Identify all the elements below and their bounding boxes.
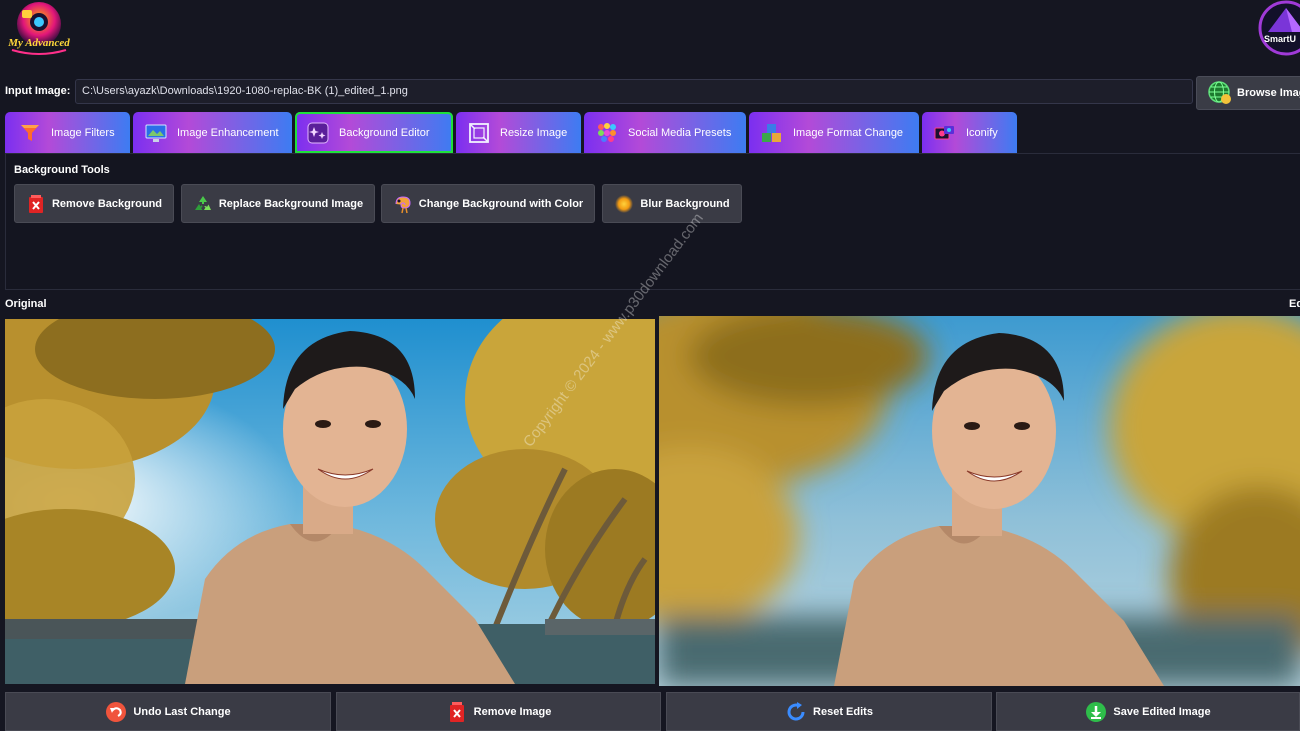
input-row: Input Image: C:\Users\ayazk\Downloads\19…: [0, 76, 1300, 110]
tab-label: Image Format Change: [793, 126, 904, 139]
browse-image-button[interactable]: Browse Imag: [1196, 76, 1300, 110]
social-grid-icon: [598, 122, 616, 142]
iconify-icon: [934, 125, 954, 139]
undo-last-change-button[interactable]: Undo Last Change: [5, 692, 331, 731]
undo-label: Undo Last Change: [133, 705, 231, 718]
input-image-path-field[interactable]: C:\Users\ayazk\Downloads\1920-1080-repla…: [75, 79, 1193, 104]
browse-image-label: Browse Imag: [1237, 87, 1300, 99]
blur-background-button[interactable]: Blur Background: [602, 184, 742, 223]
remove-background-button[interactable]: Remove Background: [14, 184, 174, 223]
tab-label: Image Filters: [51, 126, 115, 139]
sparkle-icon: [307, 122, 329, 143]
reset-edits-button[interactable]: Reset Edits: [666, 692, 992, 731]
funnel-icon: [21, 124, 39, 141]
recycle-icon: [194, 195, 211, 210]
resize-icon: [469, 122, 489, 143]
tab-label: Image Enhancement: [177, 126, 279, 139]
reset-edits-label: Reset Edits: [813, 705, 873, 718]
tab-bar: Image Filters Image Enhancement Backgrou…: [5, 112, 1017, 153]
globe-icon: [1208, 81, 1231, 104]
tab-resize-image[interactable]: Resize Image: [456, 112, 581, 153]
format-blocks-icon: [762, 123, 781, 142]
tab-image-enhancement[interactable]: Image Enhancement: [133, 112, 292, 153]
reset-icon: [787, 701, 805, 720]
original-label: Original: [5, 298, 47, 310]
tool-label: Remove Background: [51, 197, 163, 210]
monitor-icon: [145, 124, 167, 142]
download-icon: [1086, 701, 1107, 722]
tab-label: Iconify: [966, 126, 998, 139]
tool-label: Replace Background Image: [218, 197, 364, 210]
edited-label: Ed: [1289, 298, 1300, 310]
remove-image-label: Remove Image: [473, 705, 552, 718]
tab-iconify[interactable]: Iconify: [922, 112, 1017, 153]
change-background-color-button[interactable]: Change Background with Color: [381, 184, 595, 223]
tab-image-filters[interactable]: Image Filters: [5, 112, 130, 153]
app-logo: My Advanced: [4, 0, 74, 62]
tab-background-editor[interactable]: Background Editor: [295, 112, 453, 153]
save-edited-image-button[interactable]: Save Edited Image: [996, 692, 1300, 731]
chameleon-icon: [395, 195, 411, 213]
tool-label: Change Background with Color: [418, 197, 584, 210]
remove-image-button[interactable]: Remove Image: [336, 692, 661, 731]
tab-image-format-change[interactable]: Image Format Change: [749, 112, 919, 153]
tab-label: Social Media Presets: [628, 126, 732, 139]
orange-glow-icon: [615, 194, 634, 213]
save-edited-label: Save Edited Image: [1113, 705, 1211, 718]
tab-label: Background Editor: [339, 126, 430, 139]
brand-text: SmartU: [1264, 34, 1296, 44]
replace-background-image-button[interactable]: Replace Background Image: [181, 184, 375, 223]
red-x-icon: [28, 194, 43, 213]
undo-icon: [106, 701, 127, 722]
tool-label: Blur Background: [640, 197, 730, 210]
brand-badge: SmartU: [1254, 0, 1300, 58]
background-tools-title: Background Tools: [14, 164, 110, 176]
edited-image: [659, 316, 1300, 686]
trash-red-icon: [449, 701, 464, 722]
input-image-label: Input Image:: [5, 85, 71, 97]
original-image: [5, 319, 655, 684]
tab-social-media-presets[interactable]: Social Media Presets: [584, 112, 746, 153]
logo-text: My Advanced: [7, 37, 70, 49]
background-tools-panel: Background Tools Remove Background Repla…: [5, 153, 1300, 290]
tab-label: Resize Image: [500, 126, 568, 139]
